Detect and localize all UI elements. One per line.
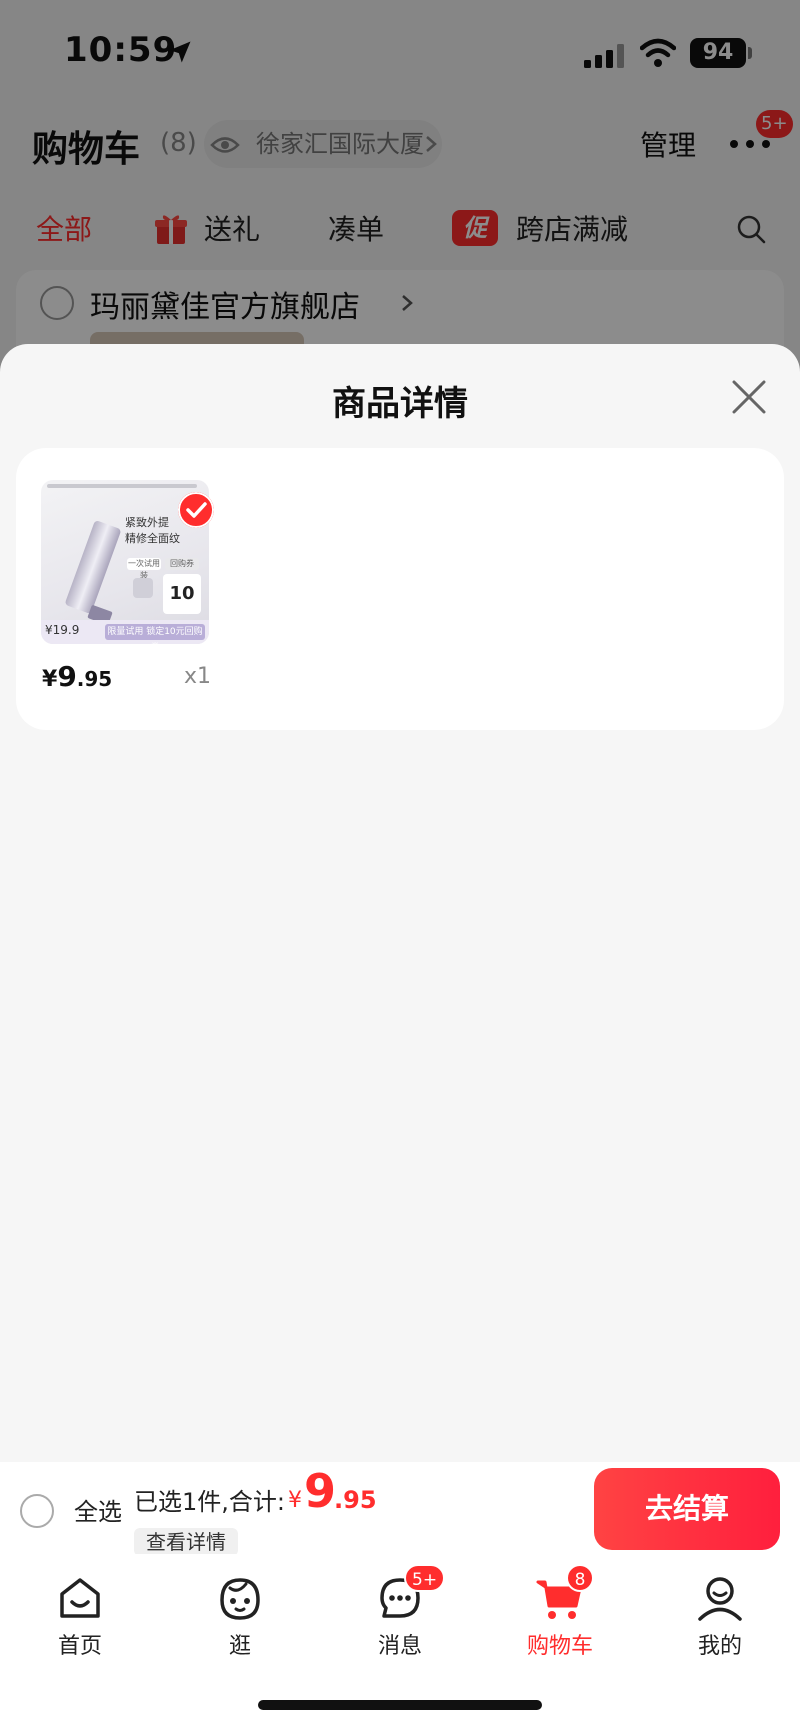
image-promo-strip: 限量试用 锁定10元回购券 xyxy=(105,624,205,644)
home-icon xyxy=(60,1578,100,1618)
image-price-tag: ¥19.9 xyxy=(45,623,80,637)
tab-messages[interactable]: 5+ 消息 xyxy=(340,1564,460,1674)
tab-home[interactable]: 首页 xyxy=(20,1574,140,1674)
profile-icon xyxy=(698,1577,742,1621)
image-text-line2: 精修全面纹 xyxy=(125,532,180,545)
price-symbol: ¥ xyxy=(42,667,58,692)
product-quantity: x1 xyxy=(184,664,212,689)
select-all-radio[interactable] xyxy=(20,1494,54,1528)
price-integer: 9 xyxy=(57,660,77,693)
tab-label-cart: 购物车 xyxy=(526,1634,593,1659)
select-all-label[interactable]: 全选 xyxy=(74,1492,122,1527)
messages-badge: 5+ xyxy=(404,1564,446,1592)
product-details-sheet: 商品详情 紧致外提 精修全面纹 一次试用装 回购券 10 ¥19.9 限量试用 … xyxy=(0,344,800,1462)
image-text-line1: 紧致外提 xyxy=(125,516,169,529)
image-chip-coupon: 回购券 xyxy=(165,558,199,570)
close-icon[interactable] xyxy=(730,378,768,416)
image-jar xyxy=(133,578,153,598)
selection-summary: 已选1件,合计: xyxy=(134,1488,285,1516)
browse-face-icon xyxy=(220,1578,260,1620)
tab-browse[interactable]: 逛 xyxy=(180,1574,300,1674)
total-symbol: ¥ xyxy=(288,1488,302,1513)
image-chip-trial: 一次试用装 xyxy=(127,558,161,580)
image-tube xyxy=(64,519,122,615)
home-indicator xyxy=(258,1700,542,1710)
tab-label-browse: 逛 xyxy=(228,1634,251,1659)
tab-label-home: 首页 xyxy=(57,1634,102,1659)
image-coupon-value: 10 xyxy=(163,574,201,614)
sheet-title: 商品详情 xyxy=(332,384,468,424)
tab-me[interactable]: 我的 xyxy=(660,1574,780,1674)
price-decimal: .95 xyxy=(76,667,113,691)
tab-label-messages: 消息 xyxy=(377,1634,422,1659)
bottom-tab-bar: 首页 逛 5+ 消息 8 购物车 我的 xyxy=(0,1554,800,1731)
selected-check-icon[interactable] xyxy=(178,492,214,528)
checkout-bar: 全选 已选1件,合计: ¥ 9 .95 查看详情 去结算 xyxy=(0,1462,800,1556)
cart-badge: 8 xyxy=(566,1564,594,1592)
total-integer: 9 xyxy=(304,1464,337,1518)
product-price: ¥9.95 xyxy=(42,660,112,693)
image-decoration xyxy=(47,484,197,488)
product-panel: 紧致外提 精修全面纹 一次试用装 回购券 10 ¥19.9 限量试用 锁定10元… xyxy=(16,448,784,730)
total-decimal: .95 xyxy=(334,1486,377,1514)
checkout-button[interactable]: 去结算 xyxy=(594,1468,780,1550)
view-details-button[interactable]: 查看详情 xyxy=(134,1528,238,1556)
tab-cart[interactable]: 8 购物车 xyxy=(500,1564,620,1674)
tab-label-me: 我的 xyxy=(697,1634,742,1659)
